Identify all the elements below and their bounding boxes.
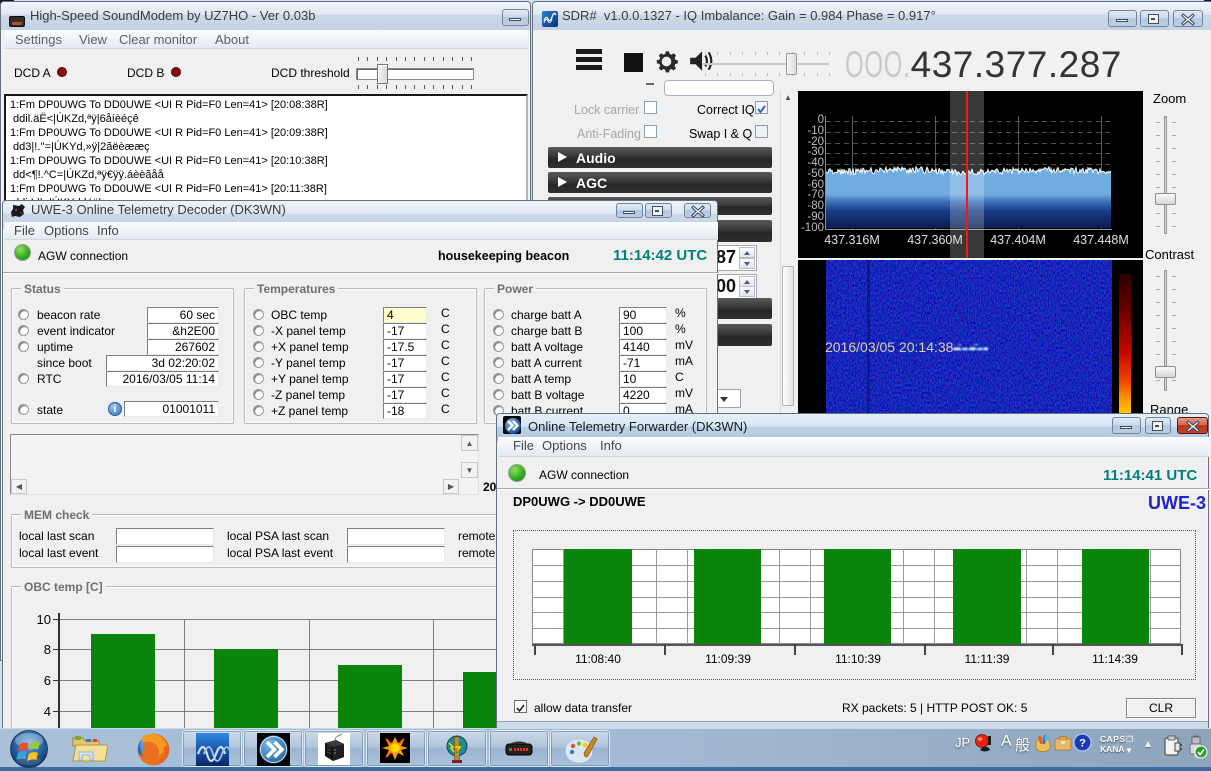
svg-text:?: ? [1079, 738, 1086, 750]
